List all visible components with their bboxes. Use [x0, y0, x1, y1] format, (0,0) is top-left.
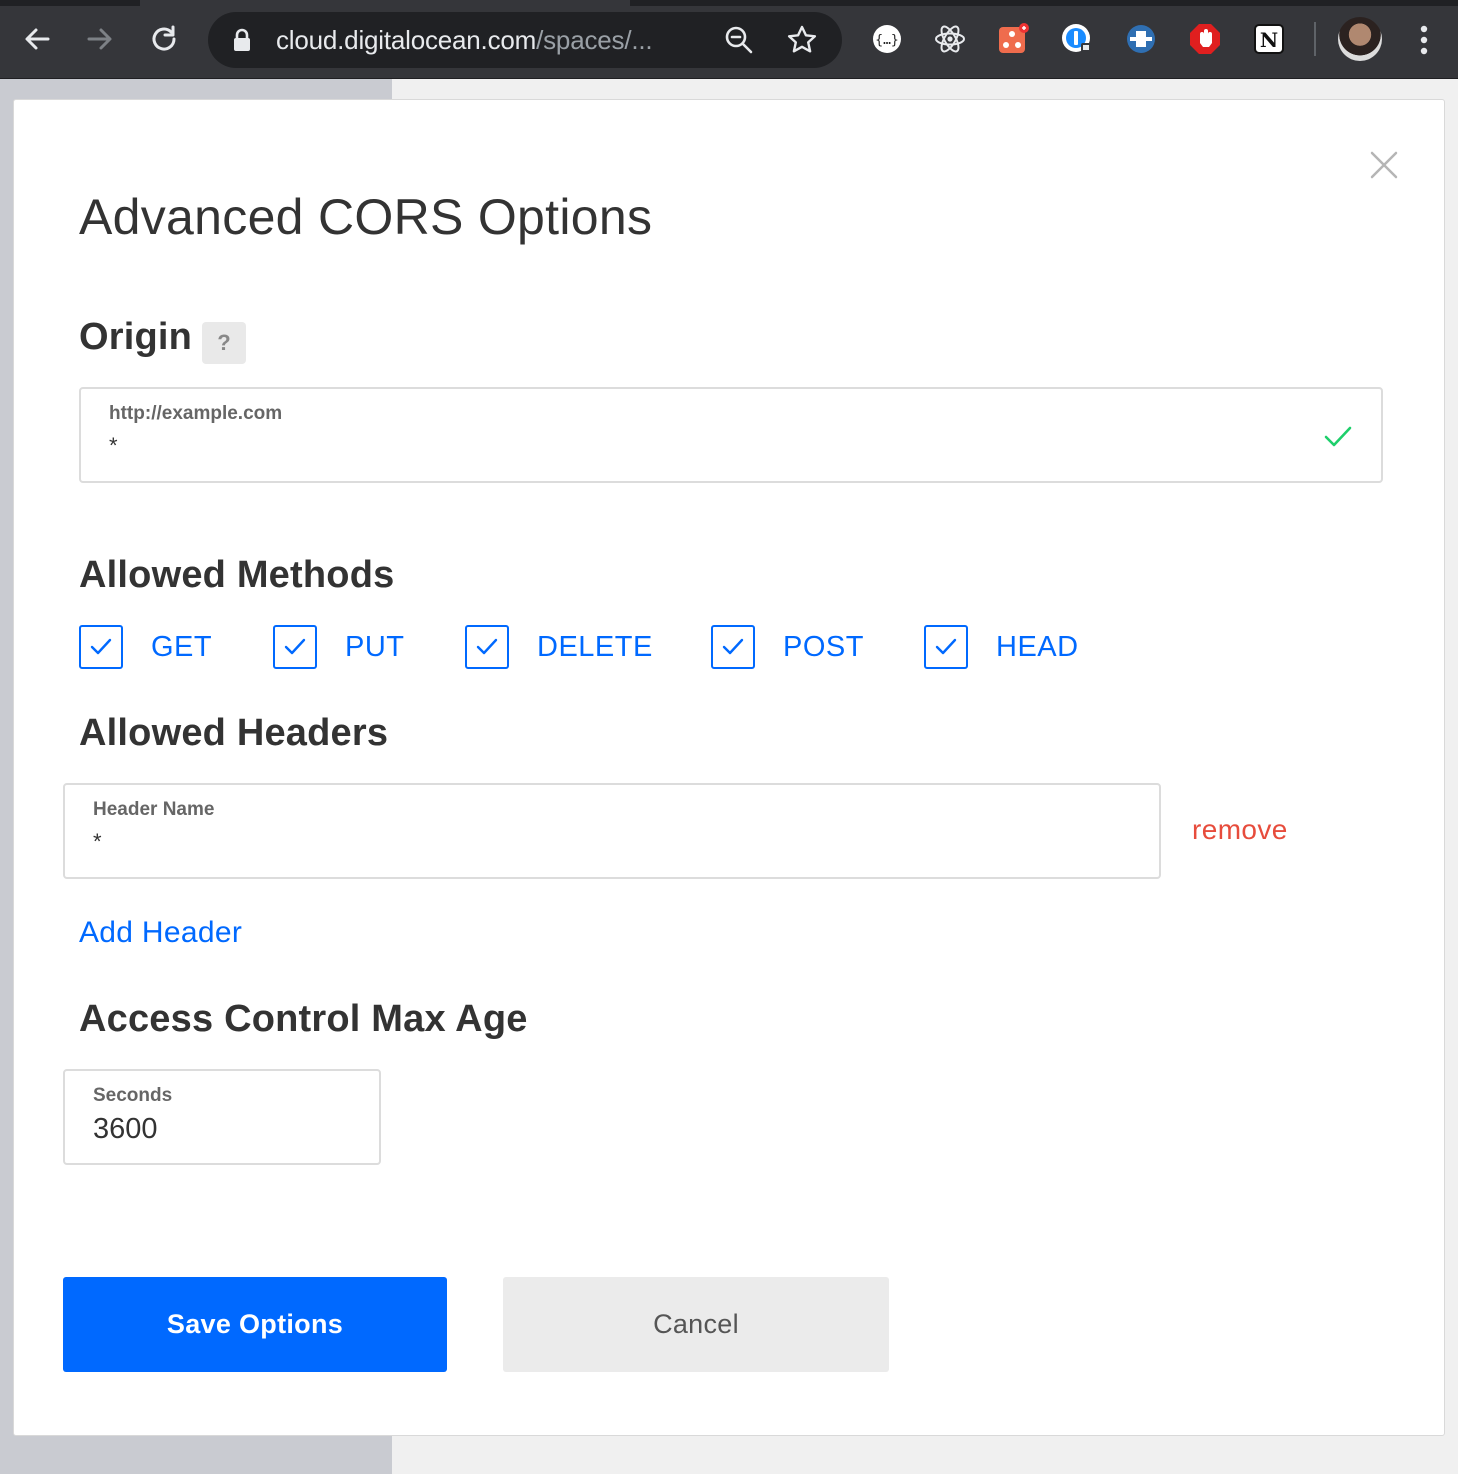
max-age-label: Seconds: [93, 1085, 173, 1106]
method-label[interactable]: PUT: [345, 631, 405, 664]
url-text: cloud.digitalocean.com/spaces/...: [276, 25, 653, 55]
max-age-field[interactable]: Seconds 3600: [63, 1069, 381, 1165]
react-devtools-extension-icon[interactable]: [931, 20, 969, 58]
svg-text:N: N: [1260, 28, 1278, 52]
method-label[interactable]: DELETE: [537, 631, 653, 664]
more-menu-icon[interactable]: [1410, 22, 1438, 58]
checkmark-icon: [935, 638, 957, 655]
modal-title: Advanced CORS Options: [79, 189, 653, 245]
method-label[interactable]: HEAD: [996, 631, 1079, 664]
checkbox[interactable]: [465, 625, 509, 669]
toolbar-divider: [1314, 22, 1316, 56]
checkbox[interactable]: [711, 625, 755, 669]
svg-text:{…}: {…}: [875, 33, 898, 48]
remove-header-link[interactable]: remove: [1192, 814, 1288, 846]
method-label[interactable]: GET: [151, 631, 212, 664]
browser-toolbar: cloud.digitalocean.com/spaces/... {…} N: [0, 0, 1458, 79]
add-header-link[interactable]: Add Header: [79, 916, 242, 950]
adblock-extension-icon[interactable]: [1186, 20, 1224, 58]
method-checkbox-put[interactable]: PUT: [273, 624, 405, 670]
method-label[interactable]: POST: [783, 631, 864, 664]
reload-button[interactable]: [139, 14, 189, 64]
header-name-input-value[interactable]: *: [93, 829, 102, 855]
checkmark-icon: [476, 638, 498, 655]
onepassword-extension-icon[interactable]: [1058, 20, 1096, 58]
tab-strip: [0, 0, 1458, 6]
checkbox[interactable]: [273, 625, 317, 669]
back-icon: [25, 28, 50, 50]
notion-extension-icon[interactable]: N: [1250, 20, 1288, 58]
forward-icon: [87, 28, 112, 50]
method-checkbox-get[interactable]: GET: [79, 624, 212, 670]
bookmark-star-icon[interactable]: [786, 24, 818, 56]
origin-field[interactable]: http://example.com *: [79, 387, 1383, 483]
active-tab[interactable]: [140, 0, 630, 6]
method-checkbox-post[interactable]: POST: [711, 624, 864, 670]
origin-help-button[interactable]: ?: [202, 322, 246, 364]
checkmark-icon: [722, 638, 744, 655]
address-bar[interactable]: cloud.digitalocean.com/spaces/...: [208, 12, 842, 68]
checkbox[interactable]: [79, 625, 123, 669]
allowed-headers-heading: Allowed Headers: [79, 712, 389, 754]
forward-button[interactable]: [75, 14, 125, 64]
max-age-heading: Access Control Max Age: [79, 998, 528, 1040]
back-button[interactable]: [12, 14, 62, 64]
header-name-label: Header Name: [93, 799, 215, 820]
close-icon[interactable]: [1369, 150, 1399, 180]
origin-field-label: http://example.com: [109, 403, 283, 424]
method-checkbox-delete[interactable]: DELETE: [465, 624, 653, 670]
allowed-methods-heading: Allowed Methods: [79, 554, 395, 596]
valid-check-icon: [1324, 426, 1352, 447]
json-formatter-extension-icon[interactable]: {…}: [868, 20, 906, 58]
max-age-input-value[interactable]: 3600: [93, 1113, 158, 1146]
save-options-button[interactable]: Save Options: [63, 1277, 447, 1372]
checkmark-icon: [90, 638, 112, 655]
header-name-field[interactable]: Header Name *: [63, 783, 1161, 879]
extension-icon[interactable]: [1122, 20, 1160, 58]
cancel-button[interactable]: Cancel: [503, 1277, 889, 1372]
origin-heading: Origin: [79, 316, 193, 358]
redux-devtools-extension-icon[interactable]: [994, 20, 1032, 58]
origin-input-value[interactable]: *: [109, 433, 118, 459]
avatar[interactable]: [1338, 17, 1382, 61]
lock-icon[interactable]: [232, 28, 252, 52]
zoom-icon[interactable]: [724, 25, 754, 55]
cors-options-modal: Advanced CORS Options Origin ? http://ex…: [13, 99, 1445, 1436]
method-checkbox-head[interactable]: HEAD: [924, 624, 1079, 670]
reload-icon: [152, 25, 176, 51]
checkbox[interactable]: [924, 625, 968, 669]
checkmark-icon: [284, 638, 306, 655]
